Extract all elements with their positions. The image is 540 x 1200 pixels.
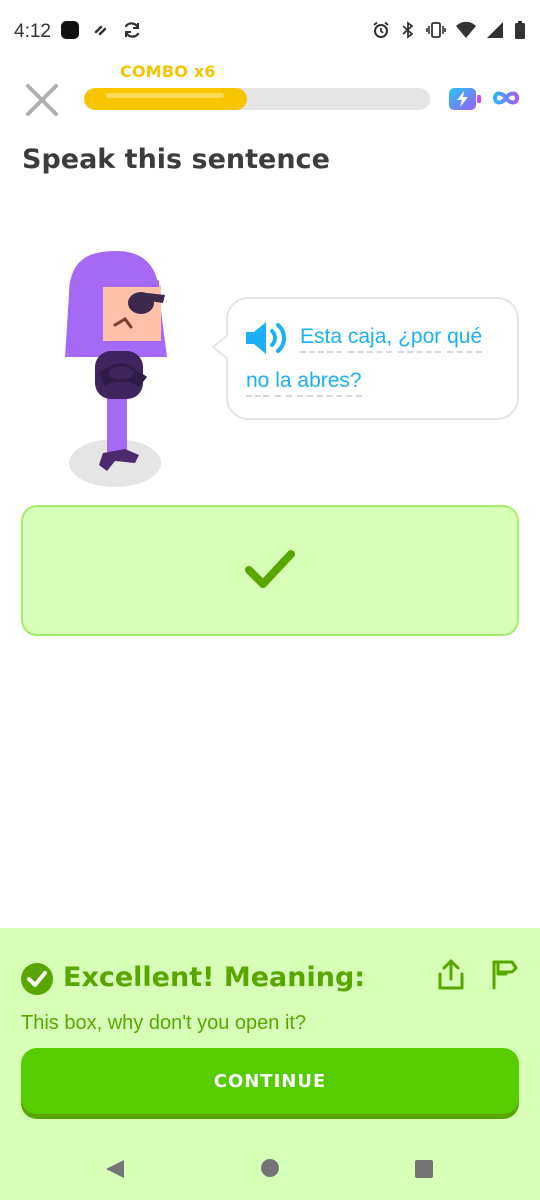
home-icon[interactable] — [260, 1158, 280, 1178]
close-icon[interactable] — [22, 80, 62, 120]
status-right-icons — [372, 20, 526, 40]
speech-bubble-tail — [212, 334, 232, 360]
battery-icon — [515, 21, 525, 39]
combo-label: COMBO x6 — [120, 62, 216, 81]
sentence-line-1: Esta caja, ¿por qué — [300, 325, 483, 353]
speech-bubble — [226, 297, 519, 420]
continue-button[interactable]: CONTINUE — [21, 1048, 519, 1114]
page-title: Speak this sentence — [22, 144, 330, 175]
energy-battery-icon[interactable] — [448, 86, 482, 112]
sentence-word[interactable]: Esta — [300, 325, 343, 353]
link-icon — [94, 25, 107, 36]
success-check-icon — [21, 963, 53, 995]
alarm-icon — [373, 21, 389, 38]
lesson-progress-bar — [84, 88, 430, 110]
status-bar: 4:12 — [0, 0, 540, 62]
lesson-progress-fill — [84, 88, 247, 110]
progress-shine — [106, 93, 224, 98]
bluetooth-icon — [402, 21, 414, 39]
flag-icon[interactable] — [490, 958, 518, 990]
feedback-heading: Excellent! Meaning: — [63, 962, 366, 993]
translation-text: This box, why don't you open it? — [21, 1012, 307, 1034]
sentence-word[interactable]: qué — [447, 325, 483, 353]
share-icon[interactable] — [436, 958, 466, 992]
sync-icon — [124, 22, 140, 38]
sentence-line-2: no la abres? — [246, 369, 362, 397]
infinity-icon — [492, 91, 520, 105]
vibrate-icon — [426, 22, 446, 38]
sentence-word[interactable]: no — [246, 369, 270, 397]
app-notification-icon — [61, 21, 79, 39]
signal-icon — [487, 22, 503, 38]
sentence-word[interactable]: abres? — [297, 369, 362, 397]
wifi-icon — [456, 21, 476, 38]
navigation-bar — [0, 1140, 540, 1200]
status-left-icons — [60, 20, 142, 40]
checkmark-icon — [245, 550, 295, 588]
back-icon[interactable] — [104, 1158, 126, 1180]
speaker-icon[interactable] — [244, 318, 290, 358]
sentence-word[interactable]: la — [275, 369, 292, 397]
sentence-word[interactable]: ¿por — [398, 325, 442, 353]
recent-apps-icon[interactable] — [414, 1159, 434, 1179]
sentence-word[interactable]: caja, — [347, 325, 393, 353]
character-illustration — [65, 251, 167, 487]
status-time: 4:12 — [14, 21, 51, 42]
